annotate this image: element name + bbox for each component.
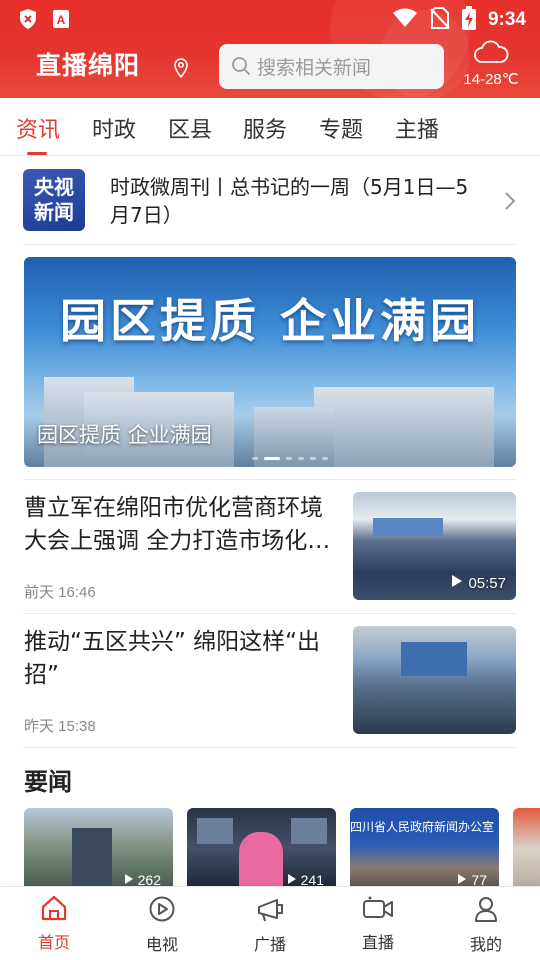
nav-tv[interactable]: 电视 <box>122 895 202 955</box>
thumbnail-screen <box>373 518 443 536</box>
radio-icon <box>255 899 285 927</box>
app-logo: 直播绵阳 <box>36 46 140 82</box>
tab-anchors[interactable]: 主播 <box>395 112 439 144</box>
featured-cards-row: 262 241 四川省人民政府新闻办公室 77 <box>24 808 540 888</box>
chevron-right-icon <box>504 191 516 215</box>
status-time: 9:34 <box>487 9 526 30</box>
news-list-item[interactable]: 推动“五区共兴” 绵阳这样“出招” 昨天 15:38 <box>0 626 540 760</box>
search-icon <box>231 56 251 80</box>
carousel-dots <box>252 457 328 460</box>
nav-profile[interactable]: 我的 <box>446 895 526 955</box>
active-tab-indicator <box>27 152 47 155</box>
nav-label: 我的 <box>469 935 502 954</box>
search-input[interactable]: 搜索相关新闻 <box>219 44 444 89</box>
banner-title-art: 园区提质 企业满园 <box>59 294 480 348</box>
user-icon <box>472 897 500 927</box>
nav-label: 首页 <box>37 933 70 952</box>
news-list-item[interactable]: 曹立军在绵阳市优化营商环境大会上强调 全力打造市场化… 前天 16:46 05:… <box>0 492 540 626</box>
tab-districts[interactable]: 区县 <box>168 112 212 144</box>
video-duration: 05:57 <box>451 574 506 592</box>
category-tabs: 资讯 时政 区县 服务 专题 主播 <box>0 98 540 156</box>
status-bar: A 9:34 <box>0 0 540 36</box>
search-placeholder: 搜索相关新闻 <box>257 57 372 79</box>
news-thumbnail: 05:57 <box>353 492 516 600</box>
card-building <box>72 828 112 888</box>
headline-title: 时政微周刊丨总书记的一周（5月1日—5月7日） <box>110 175 469 227</box>
divider <box>23 613 516 614</box>
section-title: 要闻 <box>24 768 72 796</box>
video-camera-icon <box>362 896 394 925</box>
location-pin-icon[interactable] <box>173 58 189 82</box>
shield-x-icon <box>18 8 38 34</box>
video-card[interactable] <box>513 808 540 888</box>
no-sim-icon <box>430 7 450 33</box>
card-screen <box>291 818 327 844</box>
nav-label: 广播 <box>253 935 286 954</box>
cloud-icon <box>473 40 509 68</box>
battery-charging-icon <box>461 6 476 34</box>
nav-label: 直播 <box>361 933 394 952</box>
thumbnail-screen <box>401 642 467 676</box>
card-screen <box>197 818 233 844</box>
logo-text: 直播绵阳 <box>36 51 141 80</box>
tab-politics[interactable]: 时政 <box>92 112 136 144</box>
carousel-dot[interactable] <box>310 457 316 460</box>
carousel-dot[interactable] <box>298 457 304 460</box>
play-circle-icon <box>148 896 176 927</box>
news-time: 前天 16:46 <box>24 584 96 601</box>
bottom-navigation: 首页 电视 广播 直播 我的 <box>0 886 540 960</box>
wifi-icon <box>392 8 418 32</box>
carousel-banner[interactable]: 园区提质 企业满园 园区提质 企业满园 <box>24 257 516 467</box>
cctv-news-logo: 央视 新闻 <box>23 169 85 231</box>
video-card[interactable]: 262 <box>24 808 173 888</box>
banner-caption: 园区提质 企业满园 <box>37 423 212 447</box>
nav-live[interactable]: 直播 <box>338 895 418 953</box>
tab-topics[interactable]: 专题 <box>319 112 363 144</box>
card-anchor <box>239 832 283 888</box>
video-card[interactable]: 241 <box>187 808 336 888</box>
news-thumbnail <box>353 626 516 734</box>
news-title: 曹立军在绵阳市优化营商环境大会上强调 全力打造市场化… <box>24 495 331 554</box>
carousel-dot[interactable] <box>322 457 328 460</box>
tab-services[interactable]: 服务 <box>243 112 287 144</box>
banner-building <box>314 387 494 467</box>
nav-radio[interactable]: 广播 <box>230 895 310 955</box>
carousel-dot-active[interactable] <box>264 457 280 460</box>
duration-text: 05:57 <box>468 574 506 592</box>
video-card[interactable]: 四川省人民政府新闻办公室 77 <box>350 808 499 888</box>
carousel-dot[interactable] <box>286 457 292 460</box>
nav-home[interactable]: 首页 <box>14 895 94 953</box>
divider <box>23 479 516 480</box>
svg-text:A: A <box>57 13 66 27</box>
app-header: A 9:34 直播绵阳 搜索相关新闻 14-28℃ <box>0 0 540 98</box>
a-box-icon: A <box>52 9 70 33</box>
carousel-dot[interactable] <box>252 457 258 460</box>
headline-row[interactable]: 央视 新闻 时政微周刊丨总书记的一周（5月1日—5月7日） <box>0 157 540 245</box>
play-icon <box>451 574 463 592</box>
badge-line: 央视 <box>34 175 74 199</box>
badge-line: 新闻 <box>34 200 74 224</box>
news-time: 昨天 15:38 <box>24 718 96 735</box>
weather-temp: 14-28℃ <box>463 71 519 88</box>
weather-widget[interactable]: 14-28℃ <box>458 40 524 88</box>
divider <box>23 747 516 748</box>
tab-news[interactable]: 资讯 <box>16 112 60 144</box>
divider <box>23 244 516 245</box>
news-title: 推动“五区共兴” 绵阳这样“出招” <box>24 629 321 688</box>
nav-label: 电视 <box>145 935 178 954</box>
home-icon <box>40 895 68 925</box>
card-banner-text: 四川省人民政府新闻办公室 <box>350 820 495 834</box>
